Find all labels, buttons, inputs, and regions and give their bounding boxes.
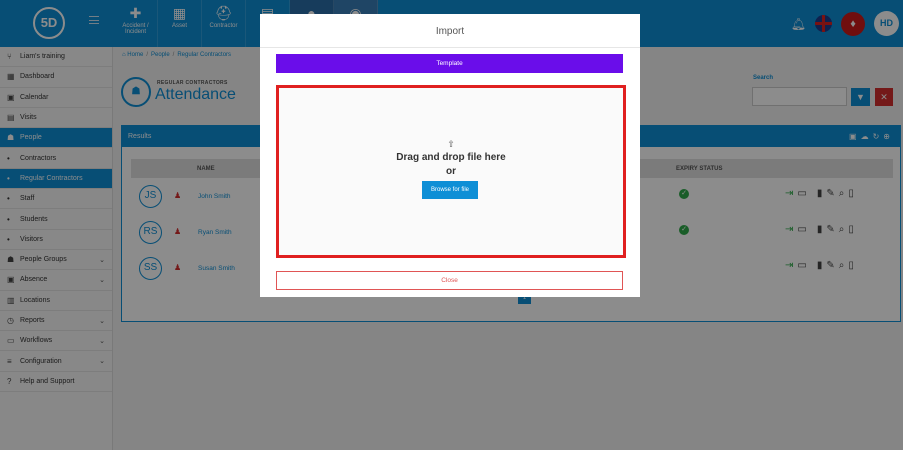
modal-divider bbox=[260, 47, 640, 48]
close-button[interactable]: Close bbox=[276, 271, 623, 290]
import-modal: Import Template ⇧ Drag and drop file her… bbox=[260, 14, 640, 297]
file-dropzone[interactable]: ⇧ Drag and drop file here or Browse for … bbox=[276, 85, 626, 258]
upload-icon: ⇧ bbox=[447, 139, 455, 149]
browse-file-button[interactable]: Browse for file bbox=[422, 181, 478, 199]
template-button[interactable]: Template bbox=[276, 54, 623, 73]
dropzone-or: or bbox=[446, 166, 456, 177]
dropzone-text: Drag and drop file here bbox=[396, 152, 506, 163]
modal-title: Import bbox=[435, 26, 465, 37]
